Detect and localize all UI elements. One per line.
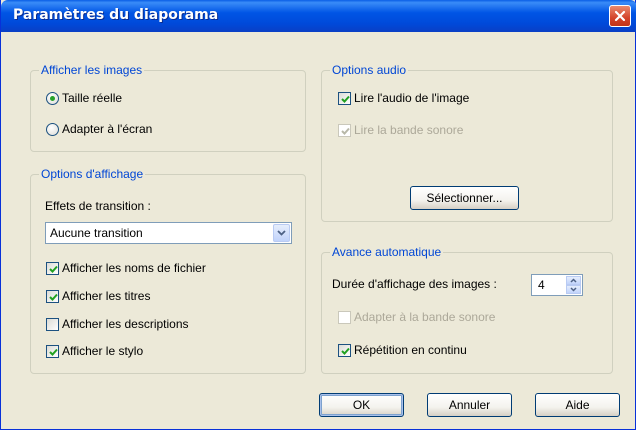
spinner-value[interactable]: 4 [538,278,545,292]
duree-spinner[interactable]: 4 [531,274,583,296]
check-repetition[interactable]: Répétition en continu [338,341,467,359]
checkbox[interactable] [46,261,59,275]
group-afficher-images: Afficher les images [30,63,306,152]
checkbox[interactable] [338,343,351,357]
checkmark-icon [49,348,58,356]
button-label: Sélectionner... [426,191,503,205]
chevron-up-icon [570,278,577,283]
check-stylo[interactable]: Afficher le stylo [46,342,143,360]
checkbox[interactable] [46,289,59,303]
checkmark-icon [341,347,350,355]
checkbox-label: Adapter à la bande sonore [354,310,496,324]
radio-taille-reelle[interactable]: Taille réelle [46,89,122,107]
checkmark-icon [49,293,58,301]
group-legend: Options d'affichage [39,167,146,181]
checkbox-label: Afficher le stylo [62,344,144,358]
dialog-window: Paramètres du diaporama Afficher les ima… [0,0,636,430]
button-label: Aide [565,398,590,412]
checkmark-icon [341,95,350,103]
window-title: Paramètres du diaporama [13,7,219,23]
checkbox [338,123,351,137]
check-lire-bande: Lire la bande sonore [338,121,463,139]
select-soundtrack-button[interactable]: Sélectionner... [410,186,519,210]
select-value: Aucune transition [50,226,143,240]
checkbox[interactable] [338,91,351,105]
radio-adapter-ecran[interactable]: Adapter à l'écran [46,120,152,138]
checkbox[interactable] [46,344,59,358]
checkbox-label: Lire l'audio de l'image [354,91,470,105]
check-lire-audio[interactable]: Lire l'audio de l'image [338,89,469,107]
radio-button[interactable] [46,91,59,105]
title-bar[interactable]: Paramètres du diaporama [1,0,636,32]
radio-label: Taille réelle [62,91,123,105]
checkbox-label: Lire la bande sonore [354,123,464,137]
close-button[interactable] [609,5,631,27]
checkbox-label: Afficher les titres [62,289,151,303]
group-legend: Afficher les images [39,63,145,77]
group-legend: Options audio [330,63,409,77]
checkbox-label: Afficher les descriptions [62,317,189,331]
ok-button[interactable]: OK [319,393,404,417]
radio-label: Adapter à l'écran [62,122,153,136]
transition-label: Effets de transition : [45,199,151,213]
checkbox [338,310,351,324]
help-button[interactable]: Aide [535,393,620,417]
check-titres[interactable]: Afficher les titres [46,287,150,305]
checkbox-label: Répétition en continu [354,343,467,357]
checkmark-icon [341,127,350,135]
button-label: OK [352,398,371,412]
checkbox-label: Afficher les noms de fichier [62,261,206,275]
check-noms-fichier[interactable]: Afficher les noms de fichier [46,259,206,277]
duree-label: Durée d'affichage des images : [332,277,497,291]
close-icon [614,10,626,22]
checkmark-icon [49,265,58,273]
dropdown-button[interactable] [273,224,290,242]
transition-select[interactable]: Aucune transition [45,222,292,244]
chevron-down-icon [277,230,286,236]
cancel-button[interactable]: Annuler [427,393,512,417]
spinner-down-button[interactable] [566,285,581,294]
check-descriptions[interactable]: Afficher les descriptions [46,315,189,333]
check-adapter-bande: Adapter à la bande sonore [338,308,495,326]
radio-button[interactable] [46,122,59,136]
checkbox[interactable] [46,317,59,331]
group-legend: Avance automatique [330,245,444,259]
spinner-up-button[interactable] [566,276,581,285]
chevron-down-icon [570,287,577,292]
button-label: Annuler [448,398,491,412]
